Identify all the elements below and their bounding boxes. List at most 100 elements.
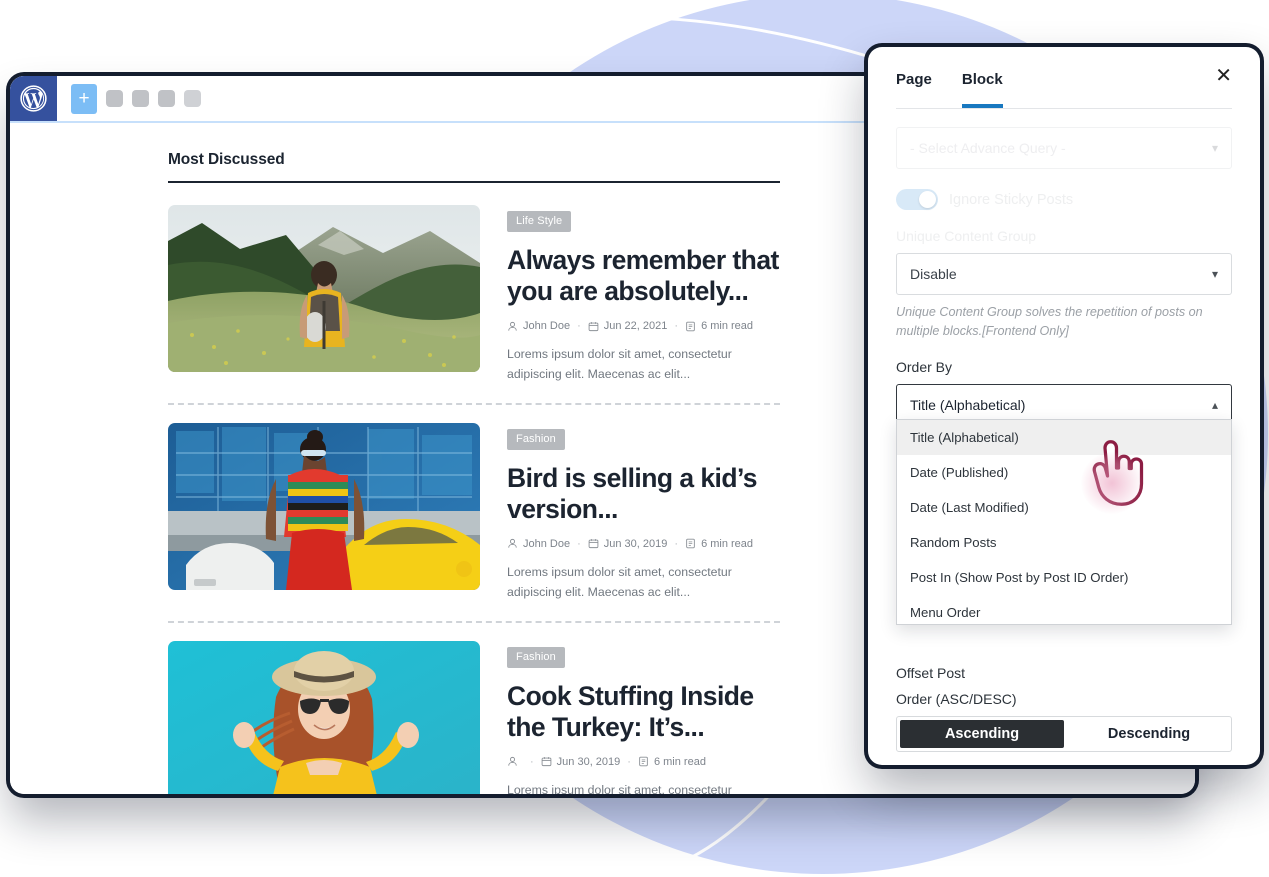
- post-date: Jun 30, 2019: [541, 755, 621, 768]
- post-read-time: 6 min read: [638, 756, 706, 768]
- order-by-value: Title (Alphabetical): [910, 396, 1026, 413]
- toolbar-ghost-button-1[interactable]: [106, 90, 123, 107]
- user-icon: [508, 757, 517, 766]
- order-by-field: Order By Title (Alphabetical) ▴: [896, 359, 1232, 426]
- toolbar-ghost-button-4[interactable]: [184, 90, 201, 107]
- order-by-dropdown[interactable]: Title (Alphabetical) Date (Published) Da…: [896, 419, 1232, 625]
- list-item[interactable]: Life Style Always remember that you are …: [168, 205, 780, 403]
- section-divider: [168, 181, 780, 183]
- ignore-sticky-toggle[interactable]: [896, 189, 938, 210]
- article-icon: [686, 321, 695, 331]
- unique-content-group-value: Disable: [910, 266, 957, 282]
- post-read-time: 6 min read: [685, 538, 753, 550]
- post-date-value: Jun 30, 2019: [556, 755, 621, 768]
- post-read-time: 6 min read: [685, 320, 753, 332]
- post-author-name: John Doe: [523, 537, 571, 550]
- user-icon: [508, 539, 517, 548]
- panel-tabs: Page Block ✕: [896, 47, 1232, 109]
- post-content-1: Life Style Always remember that you are …: [507, 205, 780, 385]
- calendar-icon: [588, 321, 599, 331]
- advance-query-select[interactable]: - Select Advance Query - ▾: [896, 127, 1232, 169]
- post-title[interactable]: Cook Stuffing Inside the Turkey: It’s...: [507, 681, 780, 743]
- list-divider: [168, 402, 780, 405]
- post-thumbnail-2: [168, 422, 480, 590]
- list-item[interactable]: Fashion Cook Stuffing Inside the Turkey:…: [168, 640, 780, 794]
- post-author-name: John Doe: [523, 320, 571, 332]
- tab-block[interactable]: Block: [961, 49, 1003, 108]
- tab-page[interactable]: Page: [896, 49, 932, 107]
- calendar-icon: [541, 757, 552, 767]
- status-badge[interactable]: Fashion: [507, 428, 565, 450]
- post-meta-row: John Doe · Jun 22, 2021 · 6 min read: [507, 320, 780, 332]
- post-title[interactable]: Bird is selling a kid’s version...: [507, 463, 780, 525]
- order-direction-label: Order (ASC/DESC): [896, 691, 1017, 707]
- panel-inner: Page Block ✕ - Select Advance Query - ▾ …: [868, 47, 1260, 765]
- post-thumbnail-1: [168, 205, 480, 372]
- descending-button[interactable]: Descending: [1067, 717, 1231, 751]
- order-by-option-5[interactable]: Menu Order: [897, 595, 1231, 624]
- list-item[interactable]: Fashion Bird is selling a kid’s version.…: [168, 422, 780, 621]
- ascending-button[interactable]: Ascending: [900, 720, 1064, 748]
- chevron-down-icon: ▾: [1211, 267, 1218, 281]
- toolbar-ghost-button-2[interactable]: [132, 90, 149, 107]
- screenshot-root: + Most Discussed Life Style Always remem…: [0, 0, 1269, 877]
- status-badge[interactable]: Life Style: [507, 211, 572, 232]
- post-excerpt: Lorems ipsum dolor sit amet, consectetur…: [507, 347, 732, 381]
- order-by-option-3[interactable]: Random Posts: [897, 525, 1231, 560]
- toggle-knob: [919, 191, 936, 208]
- post-list-block: Most Discussed Life Style Always remembe…: [168, 151, 780, 794]
- order-by-option-1[interactable]: Date (Published): [897, 455, 1231, 490]
- post-content-2: Fashion Bird is selling a kid’s version.…: [507, 423, 780, 603]
- post-author: [507, 756, 523, 767]
- post-content-3: Fashion Cook Stuffing Inside the Turkey:…: [507, 641, 780, 794]
- add-block-button[interactable]: +: [71, 83, 97, 114]
- post-meta-row: John Doe · Jun 30, 2019 · 6 min read: [507, 538, 780, 550]
- page-title: Most Discussed: [168, 151, 285, 168]
- order-by-option-2[interactable]: Date (Last Modified): [897, 490, 1231, 525]
- post-author: John Doe: [507, 320, 570, 332]
- post-date-value: Jun 30, 2019: [603, 537, 668, 550]
- toolbar-ghost-button-3[interactable]: [158, 90, 175, 107]
- ignore-sticky-posts-row[interactable]: Ignore Sticky Posts: [896, 189, 1232, 210]
- post-thumbnail-3: [168, 640, 480, 794]
- article-icon: [686, 539, 695, 549]
- list-divider: [168, 620, 780, 623]
- post-meta-row: · Jun 30, 2019 · 6 min read: [507, 756, 780, 768]
- status-badge[interactable]: Fashion: [507, 646, 565, 668]
- post-title[interactable]: Always remember that you are absolutely.…: [507, 245, 780, 307]
- chevron-up-icon: ▴: [1211, 397, 1218, 412]
- ignore-sticky-label: Ignore Sticky Posts: [949, 191, 1074, 208]
- post-date: Jun 22, 2021: [588, 320, 668, 332]
- post-read-time-value: 6 min read: [701, 320, 754, 332]
- chevron-down-icon: ▾: [1211, 141, 1218, 155]
- post-read-time-value: 6 min read: [653, 755, 706, 768]
- order-by-label: Order By: [896, 358, 953, 375]
- meta-separator: ·: [530, 755, 534, 768]
- unique-content-group-label: Unique Content Group: [896, 228, 1037, 244]
- post-excerpt: Lorems ipsum dolor sit amet, consectetur…: [507, 782, 732, 794]
- post-date-value: Jun 22, 2021: [603, 320, 668, 332]
- unique-content-group-help: Unique Content Group solves the repetiti…: [896, 305, 1203, 338]
- post-author: John Doe: [507, 538, 570, 550]
- advance-query-field: - Select Advance Query - ▾: [896, 127, 1232, 169]
- unique-content-group-field: Unique Content Group Disable ▾ Unique Co…: [896, 228, 1232, 341]
- order-by-option-4[interactable]: Post In (Show Post by Post ID Order): [897, 560, 1231, 595]
- order-direction-field: Order (ASC/DESC) Ascending Descending: [896, 691, 1232, 752]
- post-excerpt: Lorems ipsum dolor sit amet, consectetur…: [507, 564, 732, 599]
- meta-separator: ·: [674, 320, 679, 332]
- meta-separator: ·: [674, 537, 679, 550]
- order-by-option-0[interactable]: Title (Alphabetical): [897, 420, 1231, 455]
- block-settings-panel: Page Block ✕ - Select Advance Query - ▾ …: [868, 47, 1260, 765]
- meta-separator: ·: [577, 320, 581, 332]
- meta-separator: ·: [577, 537, 581, 550]
- wordpress-logo-icon[interactable]: [10, 76, 57, 121]
- advance-query-value: - Select Advance Query -: [910, 140, 1066, 156]
- article-icon: [639, 756, 648, 767]
- offset-post-label: Offset Post: [896, 665, 965, 681]
- calendar-icon: [588, 539, 599, 549]
- close-icon[interactable]: ✕: [1215, 66, 1232, 90]
- order-direction-toggle: Ascending Descending: [896, 716, 1232, 752]
- user-icon: [508, 321, 517, 331]
- meta-separator: ·: [627, 755, 631, 768]
- unique-content-group-select[interactable]: Disable ▾: [896, 253, 1232, 295]
